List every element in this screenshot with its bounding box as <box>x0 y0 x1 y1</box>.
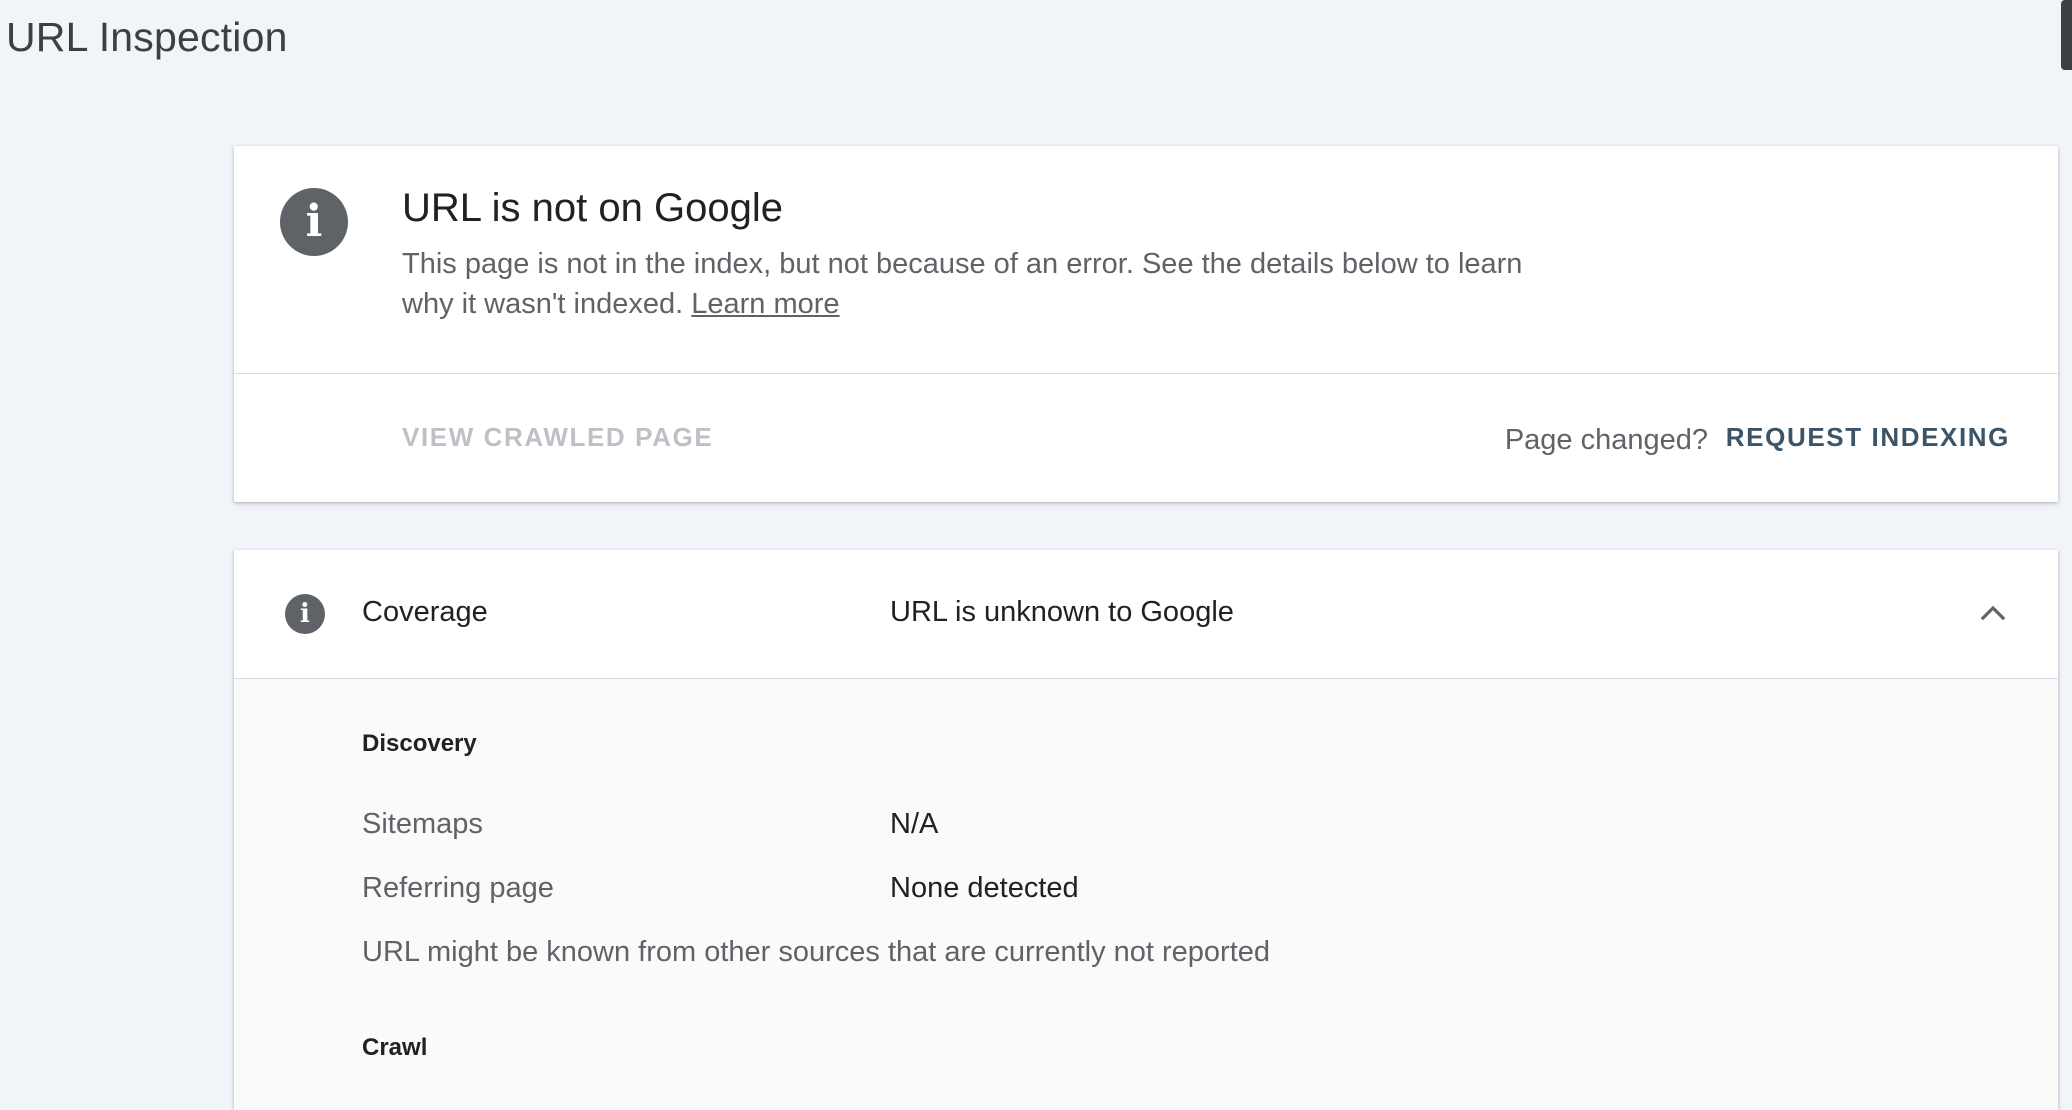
crawl-heading: Crawl <box>362 1034 428 1061</box>
page-changed-label: Page changed? <box>1504 424 1708 456</box>
scrollbar-thumb[interactable] <box>2061 0 2072 70</box>
info-icon: i <box>285 594 325 634</box>
coverage-label: Coverage <box>362 596 488 628</box>
index-status-card: i URL is not on Google This page is not … <box>234 146 2058 502</box>
coverage-details: Discovery Sitemaps N/A Referring page No… <box>234 679 2058 1110</box>
page-title: URL Inspection <box>6 14 288 60</box>
coverage-status-value: URL is unknown to Google <box>890 596 1234 628</box>
discovery-note: URL might be known from other sources th… <box>362 936 1271 968</box>
index-status-actions: VIEW CRAWLED PAGE Page changed? REQUEST … <box>234 374 2058 502</box>
index-status-description: This page is not in the index, but not b… <box>402 244 1582 324</box>
learn-more-link[interactable]: Learn more <box>691 288 839 320</box>
referring-page-label: Referring page <box>362 872 554 904</box>
view-crawled-page-button[interactable]: VIEW CRAWLED PAGE <box>402 422 713 453</box>
sitemaps-label: Sitemaps <box>362 808 483 840</box>
referring-page-value: None detected <box>890 872 1079 904</box>
coverage-card: i Coverage URL is unknown to Google Disc… <box>234 550 2058 1110</box>
request-indexing-button[interactable]: REQUEST INDEXING <box>1726 422 2010 453</box>
index-status-summary: i URL is not on Google This page is not … <box>234 146 2058 374</box>
index-status-description-text: This page is not in the index, but not b… <box>402 248 1523 320</box>
index-status-title: URL is not on Google <box>402 186 783 230</box>
coverage-header[interactable]: i Coverage URL is unknown to Google <box>234 550 2058 679</box>
sitemaps-value: N/A <box>890 808 939 840</box>
discovery-heading: Discovery <box>362 730 477 757</box>
chevron-up-icon[interactable] <box>1978 598 2008 628</box>
info-icon: i <box>280 188 348 256</box>
